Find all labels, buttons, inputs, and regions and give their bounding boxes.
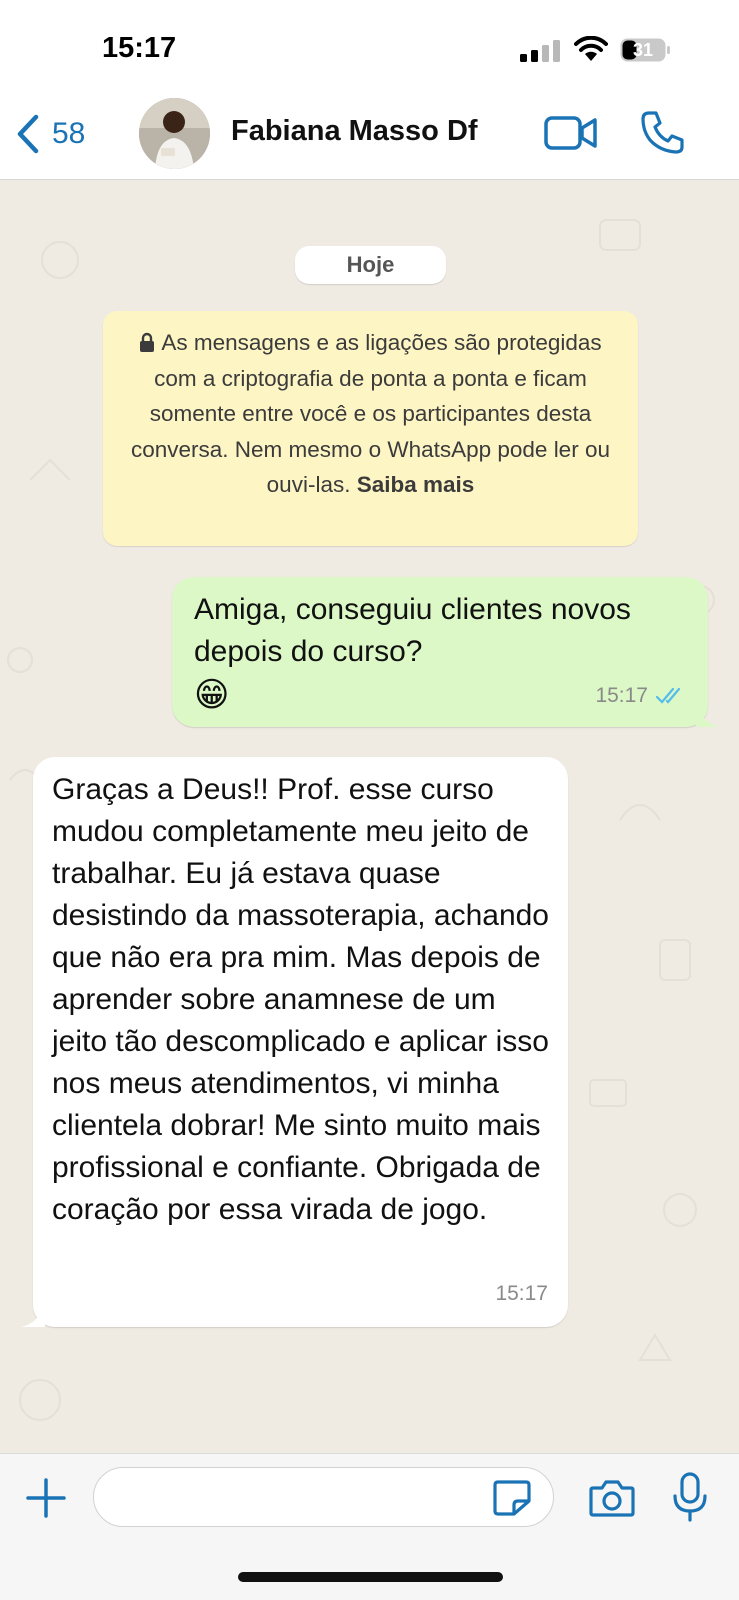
status-time: 15:17 [102, 32, 177, 64]
message-composer [0, 1453, 739, 1600]
message-meta: 15:17 [595, 675, 686, 717]
wifi-icon [574, 36, 608, 61]
encryption-notice[interactable]: As mensagens e as ligações são protegida… [103, 311, 638, 546]
incoming-message[interactable]: Graças a Deus!! Prof. esse curso mudou c… [21, 757, 568, 1327]
back-button[interactable]: 58 [14, 109, 114, 159]
video-call-icon[interactable] [543, 113, 599, 153]
battery-level: 31 [632, 40, 654, 60]
sticker-icon[interactable] [492, 1479, 532, 1517]
status-bar: 15:17 31 [0, 0, 739, 95]
message-text: Amiga, conseguiu clientes novos depois d… [194, 593, 631, 668]
message-time: 15:17 [495, 1282, 548, 1305]
outgoing-message[interactable]: Amiga, conseguiu clientes novos depois d… [172, 577, 720, 727]
chat-header: 58 Fabiana Masso Df [0, 95, 739, 180]
date-separator: Hoje [295, 246, 446, 284]
cellular-signal-icon [520, 40, 560, 62]
camera-icon[interactable] [589, 1478, 635, 1518]
battery-indicator: 31 [620, 38, 672, 62]
message-input[interactable] [93, 1467, 554, 1527]
bubble-tail [21, 1303, 45, 1327]
phone-call-icon[interactable] [640, 109, 686, 155]
home-indicator[interactable] [238, 1572, 503, 1582]
plus-icon[interactable] [26, 1478, 66, 1518]
microphone-icon[interactable] [672, 1472, 708, 1522]
chevron-left-icon [17, 114, 39, 154]
avatar-photo [139, 98, 210, 169]
message-meta: 15:17 [495, 1273, 548, 1315]
bubble-tail [696, 703, 720, 727]
learn-more-link[interactable]: Saiba mais [357, 472, 475, 497]
double-check-read-icon [656, 687, 681, 704]
contact-name[interactable]: Fabiana Masso Df [231, 115, 478, 148]
avatar[interactable] [139, 98, 210, 169]
message-text: Graças a Deus!! Prof. esse curso mudou c… [52, 773, 549, 1226]
lock-icon [140, 332, 155, 352]
message-time: 15:17 [595, 684, 648, 707]
unread-count: 58 [52, 117, 86, 150]
chat-area[interactable]: Hoje As mensagens e as ligações são prot… [0, 180, 739, 1453]
